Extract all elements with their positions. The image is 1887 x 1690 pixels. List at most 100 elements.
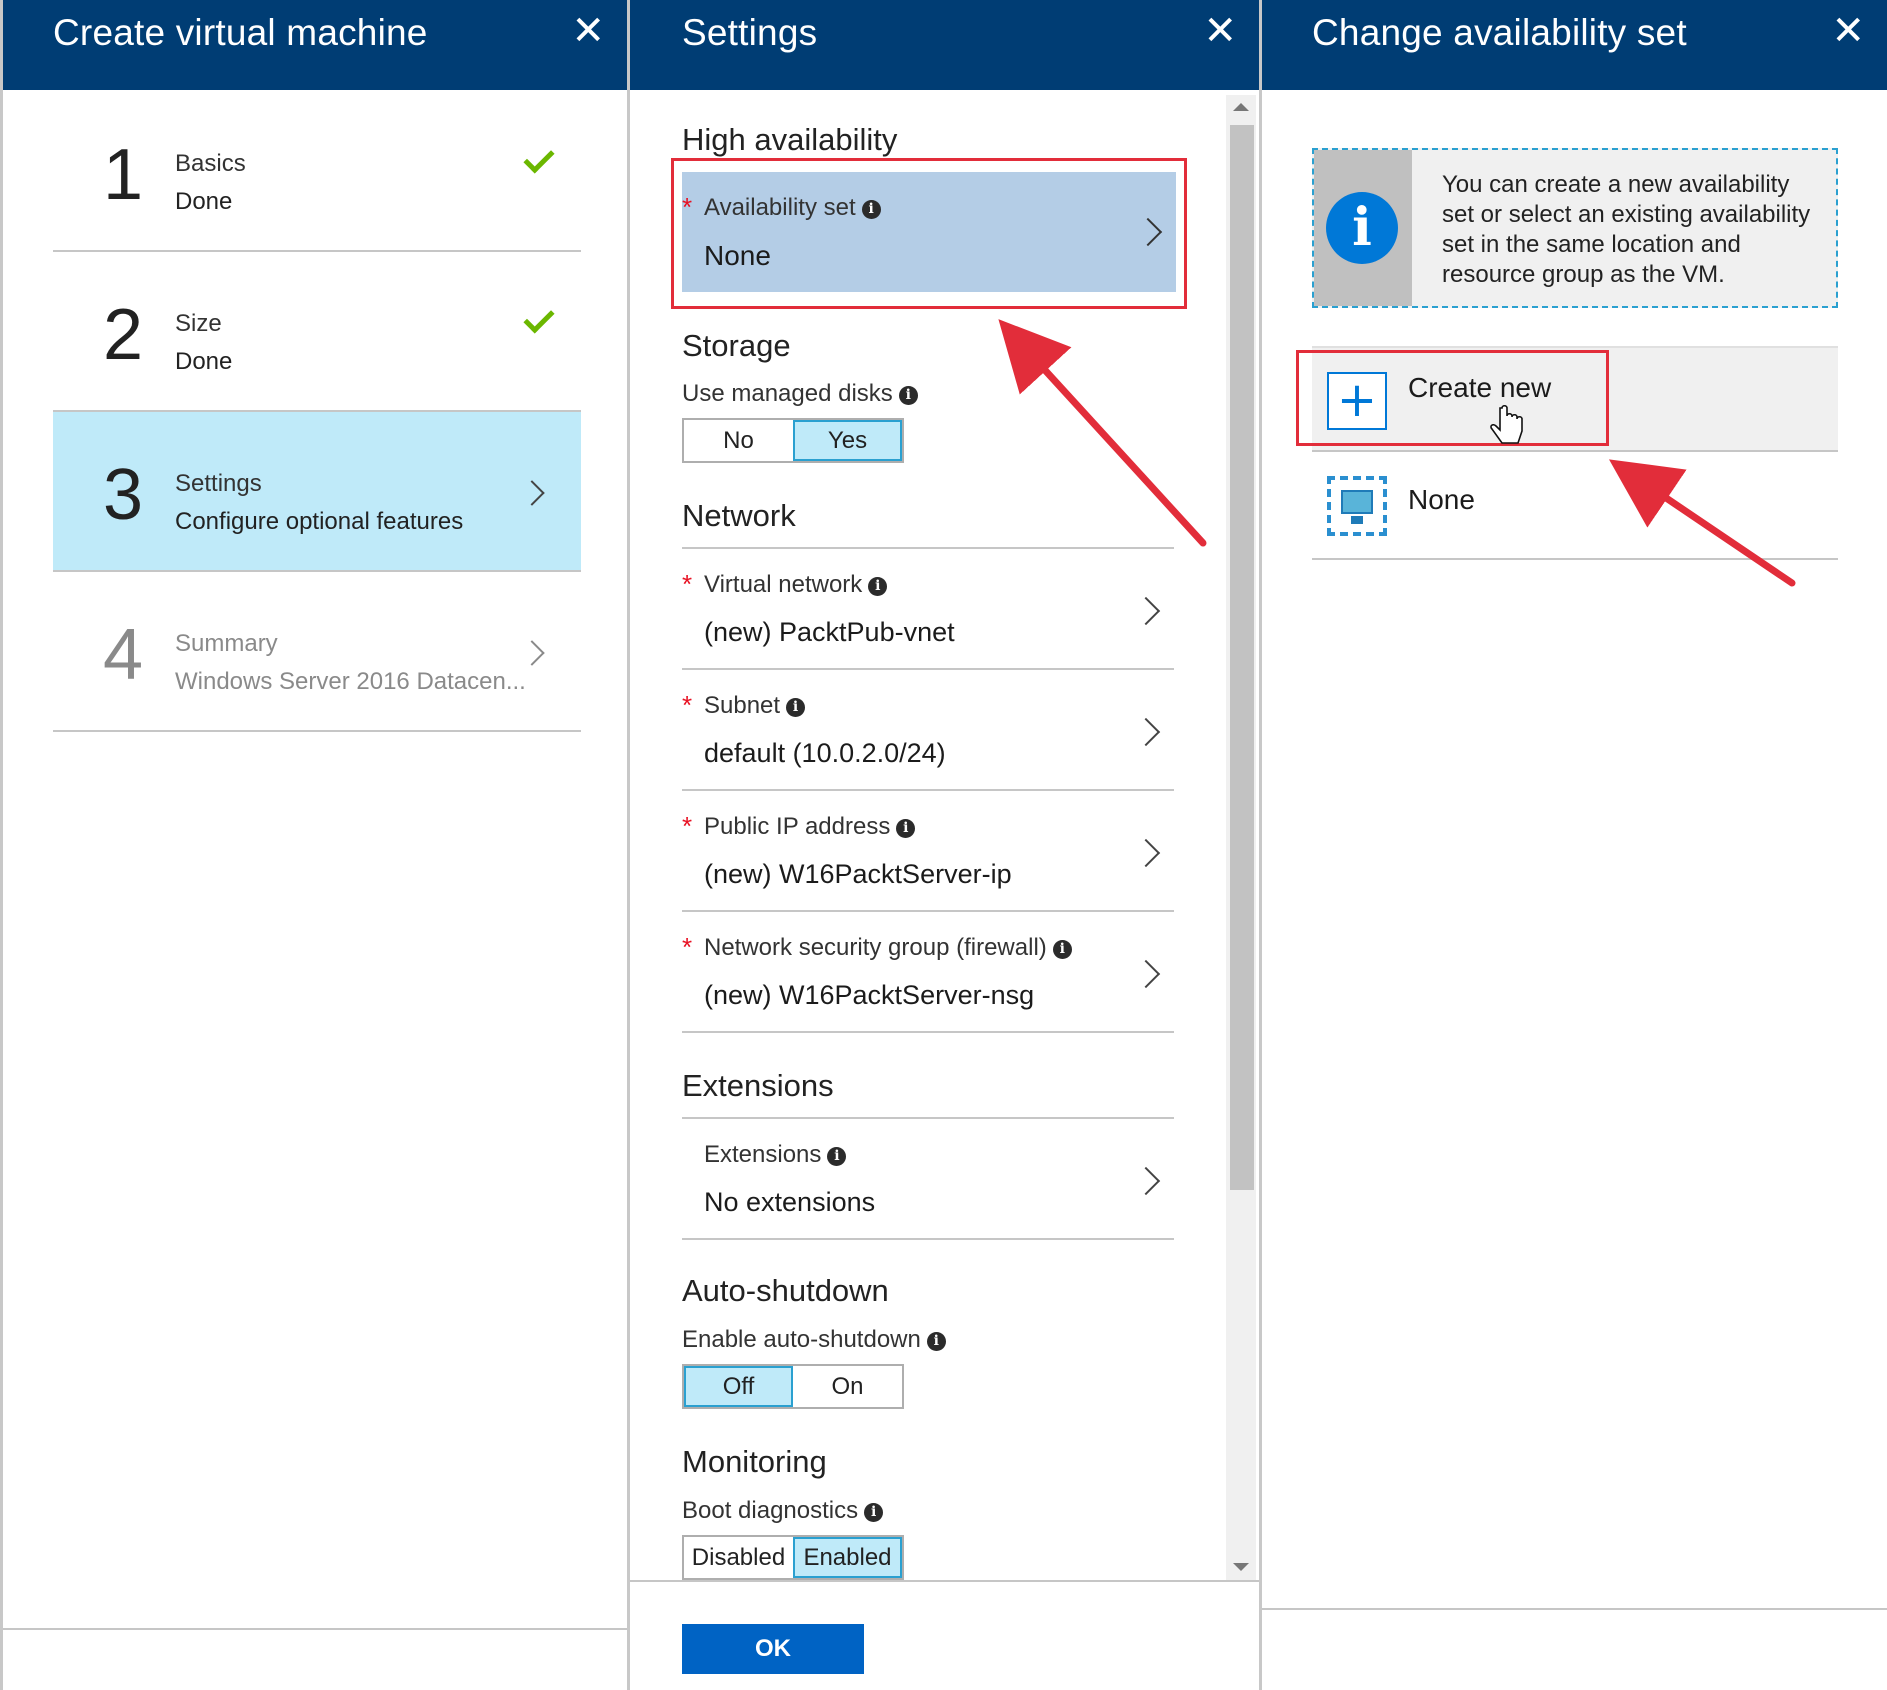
field-value: No extensions: [704, 1187, 876, 1217]
step-name: Basics: [175, 150, 246, 177]
item-label: None: [1408, 484, 1475, 515]
info-icon[interactable]: i: [926, 1332, 946, 1351]
subnet-row[interactable]: * Subnet i default (10.0.2.0/24): [682, 670, 1174, 791]
toggle-option-on[interactable]: On: [793, 1366, 902, 1407]
field-label: Subnet i: [704, 692, 806, 720]
section-extensions: Extensions: [682, 1068, 834, 1103]
close-icon[interactable]: ✕: [1203, 8, 1237, 54]
create-vm-header: Create virtual machine ✕: [3, 0, 627, 90]
checkmark-icon: [523, 302, 555, 334]
chevron-right-icon: [519, 640, 545, 666]
toggle-option-off[interactable]: Off: [684, 1366, 793, 1407]
scroll-down-arrow-icon[interactable]: [1233, 1563, 1249, 1571]
required-marker: *: [682, 811, 693, 841]
panel-footer-divider: [3, 1628, 627, 1630]
highlight-callout-box: [1296, 350, 1609, 446]
close-icon[interactable]: ✕: [571, 8, 605, 54]
settings-header: Settings ✕: [630, 0, 1259, 90]
highlight-callout-box: [671, 158, 1187, 309]
info-message-text: You can create a new availability set or…: [1442, 171, 1811, 288]
step-name: Settings: [175, 470, 262, 497]
panel-title: Settings: [682, 12, 818, 53]
settings-panel: Settings ✕ High availability * Availabil…: [630, 0, 1262, 1690]
monitor-shape: [1341, 490, 1373, 514]
step-settings[interactable]: 3 Settings Configure optional features: [53, 412, 581, 572]
managed-disks-toggle[interactable]: No Yes: [682, 418, 904, 463]
step-name: Summary: [175, 630, 278, 657]
vertical-scrollbar[interactable]: [1226, 95, 1256, 1580]
field-value: (new) PacktPub-vnet: [704, 617, 955, 647]
info-icon[interactable]: i: [786, 698, 806, 717]
step-number: 1: [103, 135, 144, 215]
none-item[interactable]: None: [1312, 454, 1838, 560]
managed-disks-label: Use managed disks i: [682, 380, 918, 408]
chevron-right-icon: [519, 480, 545, 506]
toggle-option-no[interactable]: No: [684, 420, 793, 461]
panel-footer-divider: [1262, 1608, 1887, 1610]
step-number: 2: [103, 295, 144, 375]
section-monitoring: Monitoring: [682, 1444, 827, 1479]
field-label: Public IP address i: [704, 813, 916, 841]
section-storage: Storage: [682, 328, 791, 363]
scroll-up-arrow-icon[interactable]: [1233, 103, 1249, 111]
create-vm-panel: Create virtual machine ✕ 1 Basics Done 2…: [0, 0, 630, 1690]
auto-shutdown-toggle[interactable]: Off On: [682, 1364, 904, 1409]
step-size[interactable]: 2 Size Done: [53, 252, 581, 412]
info-icon[interactable]: i: [1052, 940, 1072, 959]
nsg-row[interactable]: * Network security group (firewall) i (ne…: [682, 912, 1174, 1033]
required-marker: *: [682, 690, 693, 720]
section-auto-shutdown: Auto-shutdown: [682, 1273, 889, 1308]
chevron-right-icon: [1131, 717, 1161, 747]
step-status: Done: [175, 348, 233, 375]
info-message-box: i You can create a new availability set …: [1312, 148, 1838, 308]
section-network: Network: [682, 498, 796, 533]
virtual-network-row[interactable]: * Virtual network i (new) PacktPub-vnet: [682, 549, 1174, 670]
chevron-right-icon: [1131, 838, 1161, 868]
field-label: Extensions i: [704, 1141, 847, 1169]
info-icon[interactable]: i: [864, 1503, 884, 1522]
section-high-availability: High availability: [682, 122, 898, 157]
chevron-right-icon: [1131, 596, 1161, 626]
info-icon[interactable]: i: [827, 1147, 847, 1166]
step-number: 3: [103, 455, 144, 535]
step-status: Done: [175, 188, 233, 215]
step-description: Windows Server 2016 Datacen...: [175, 668, 526, 695]
field-value: (new) W16PacktServer-nsg: [704, 980, 1035, 1010]
extensions-row[interactable]: Extensions i No extensions: [682, 1119, 1174, 1240]
info-icon[interactable]: i: [898, 386, 918, 405]
info-circle-icon: i: [1326, 192, 1398, 264]
availability-set-panel: Change availability set ✕ i You can crea…: [1262, 0, 1887, 1690]
panel-title: Create virtual machine: [53, 12, 428, 53]
step-basics[interactable]: 1 Basics Done: [53, 92, 581, 252]
toggle-option-enabled[interactable]: Enabled: [793, 1537, 902, 1578]
info-icon[interactable]: i: [868, 577, 888, 596]
field-value: default (10.0.2.0/24): [704, 738, 946, 768]
field-value: (new) W16PacktServer-ip: [704, 859, 1012, 889]
step-name: Size: [175, 310, 222, 337]
required-marker: *: [682, 932, 693, 962]
step-description: Configure optional features: [175, 508, 464, 535]
toggle-option-yes[interactable]: Yes: [793, 420, 902, 461]
availability-set-icon: [1327, 476, 1387, 536]
chevron-right-icon: [1131, 1166, 1161, 1196]
toggle-option-disabled[interactable]: Disabled: [684, 1537, 793, 1578]
scrollbar-thumb[interactable]: [1230, 125, 1254, 1190]
boot-diagnostics-label: Boot diagnostics i: [682, 1497, 884, 1525]
info-icon[interactable]: i: [896, 819, 916, 838]
panel-title: Change availability set: [1312, 12, 1687, 53]
field-label: Virtual network i: [704, 571, 888, 599]
required-marker: *: [682, 569, 693, 599]
public-ip-row[interactable]: * Public IP address i (new) W16PacktServe…: [682, 791, 1174, 912]
availability-set-header: Change availability set ✕: [1262, 0, 1887, 90]
chevron-right-icon: [1131, 959, 1161, 989]
monitor-stand-shape: [1351, 516, 1363, 524]
step-number: 4: [103, 615, 144, 695]
checkmark-icon: [523, 142, 555, 174]
close-icon[interactable]: ✕: [1831, 8, 1865, 54]
settings-footer: OK: [630, 1580, 1259, 1690]
info-icon-cell: i: [1314, 150, 1412, 306]
ok-button[interactable]: OK: [682, 1624, 864, 1674]
auto-shutdown-label: Enable auto-shutdown i: [682, 1326, 946, 1354]
step-summary: 4 Summary Windows Server 2016 Datacen...: [53, 572, 581, 732]
boot-diagnostics-toggle[interactable]: Disabled Enabled: [682, 1535, 904, 1580]
